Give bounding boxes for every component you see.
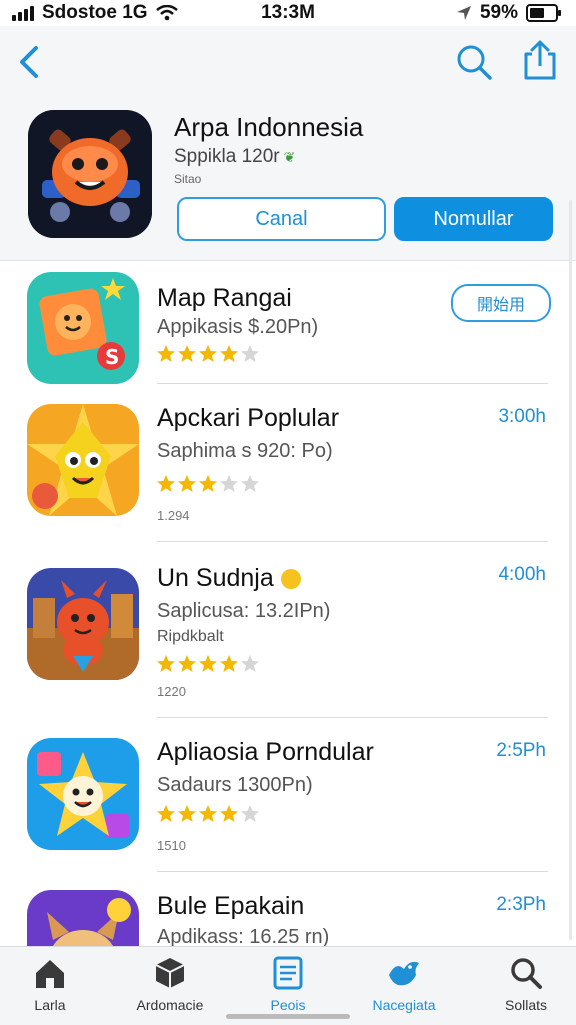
rating-stars <box>156 654 260 674</box>
app-icon[interactable] <box>27 738 139 850</box>
tab-box[interactable]: Ardomacie <box>122 947 218 1025</box>
list-item[interactable]: Apckari Poplular Saphima s 920: Po) 1.29… <box>0 384 576 542</box>
app-title: Un Sudnja <box>157 564 301 593</box>
battery-icon <box>526 4 561 22</box>
featured-app-meta: Sitao <box>174 172 202 186</box>
verified-leaf-icon: ❦ <box>283 149 296 165</box>
rating-count: 1.294 <box>157 508 190 523</box>
star-icon <box>157 345 175 362</box>
battery-percent: 59% <box>479 2 518 23</box>
list-item[interactable]: Bule Epakain Apdikass: 16.25 rn) 2:3Ph <box>0 872 576 946</box>
star-icon <box>178 655 196 672</box>
document-icon <box>273 956 303 990</box>
star-icon <box>199 655 217 672</box>
rating-stars <box>156 344 260 364</box>
tab-bird[interactable]: Nacegiata <box>356 947 452 1025</box>
app-subtitle: Appikasis $.20Pn) <box>157 316 319 338</box>
star-icon <box>241 655 259 672</box>
star-icon <box>178 345 196 362</box>
star-icon <box>220 655 238 672</box>
app-subtitle: Apdikass: 16.25 rn) <box>157 926 330 946</box>
svg-text:S: S <box>105 345 119 369</box>
search-icon <box>511 958 542 989</box>
app-time: 3:00h <box>498 406 546 427</box>
robot-character-icon <box>28 110 152 238</box>
app-header: Arpa Indonnesia Sppikla 120r ❦ Sitao Cana… <box>0 26 576 261</box>
rating-stars <box>156 474 260 494</box>
app-time: 2:3Ph <box>496 894 546 915</box>
star-icon <box>199 805 217 822</box>
tab-label: Ardomacie <box>136 997 204 1013</box>
star-icon <box>220 475 238 492</box>
star-icon <box>157 805 175 822</box>
tab-label: Nacegiata <box>372 997 436 1013</box>
fox-character-icon <box>27 568 139 680</box>
box-icon <box>155 958 185 988</box>
star-icon <box>157 655 175 672</box>
home-icon <box>36 960 64 988</box>
star-icon <box>178 805 196 822</box>
rating-stars <box>156 804 260 824</box>
app-developer: Ripdkbalt <box>157 628 224 645</box>
app-title: Map Rangai <box>157 284 292 312</box>
app-icon[interactable]: S <box>27 272 139 384</box>
tab-home[interactable]: Larla <box>2 947 98 1025</box>
star-icon <box>241 805 259 822</box>
star-icon <box>241 475 259 492</box>
app-title: Apliaosia Porndular <box>157 738 374 766</box>
tab-label: Larla <box>34 997 66 1013</box>
star-icon <box>199 475 217 492</box>
star-icon <box>199 345 217 362</box>
back-icon[interactable] <box>14 42 46 82</box>
location-icon <box>456 6 471 20</box>
scrollbar[interactable] <box>569 200 572 940</box>
app-subtitle: Sadaurs 1300Pn) <box>157 774 313 796</box>
tab-search[interactable]: Sollats <box>478 947 574 1025</box>
app-icon[interactable] <box>27 568 139 680</box>
app-subtitle: Saplicusa: 13.2IPn) <box>157 600 331 622</box>
secondary-action-button[interactable]: Canal <box>177 197 386 241</box>
list-item[interactable]: Apliaosia Porndular Sadaurs 1300Pn) 1510… <box>0 718 576 872</box>
search-icon[interactable] <box>454 42 494 82</box>
lemon-character-icon <box>27 404 139 516</box>
smiley-emoji-icon <box>280 569 301 590</box>
app-title: Apckari Poplular <box>157 404 340 432</box>
status-bar: Sdostoe 1G 13:3M 59% <box>0 0 576 26</box>
star-icon <box>241 345 259 362</box>
app-time: 4:00h <box>498 564 546 585</box>
bird-icon <box>389 961 419 986</box>
rating-count: 1510 <box>157 838 186 853</box>
home-indicator <box>226 1014 350 1019</box>
app-time: 2:5Ph <box>496 740 546 761</box>
list-item[interactable]: S Map Rangai Appikasis $.20Pn) 開始用 <box>0 260 576 384</box>
tab-label: Peois <box>270 997 306 1013</box>
dog-character-icon <box>27 890 139 946</box>
featured-app-subtitle: Sppikla 120r ❦ <box>174 146 296 167</box>
star-icon <box>157 475 175 492</box>
star-icon <box>220 805 238 822</box>
app-action-button[interactable]: 開始用 <box>451 284 551 322</box>
puzzle-character-icon: S <box>27 272 139 384</box>
app-icon[interactable] <box>27 890 139 946</box>
app-subtitle: Saphima s 920: Po) <box>157 440 333 462</box>
app-title: Bule Epakain <box>157 892 305 920</box>
star-icon <box>178 475 196 492</box>
app-icon[interactable] <box>27 404 139 516</box>
share-icon[interactable] <box>520 38 560 82</box>
list-item[interactable]: Un Sudnja Saplicusa: 13.2IPn) Ripdkbalt … <box>0 542 576 718</box>
star-icon <box>220 345 238 362</box>
tab-label: Sollats <box>504 997 548 1013</box>
rating-count: 1220 <box>157 684 186 699</box>
featured-app-title: Arpa Indonnesia <box>174 112 364 142</box>
primary-action-button[interactable]: Nomullar <box>394 197 553 241</box>
star-character-icon <box>27 738 139 850</box>
featured-app-icon[interactable] <box>28 110 152 238</box>
